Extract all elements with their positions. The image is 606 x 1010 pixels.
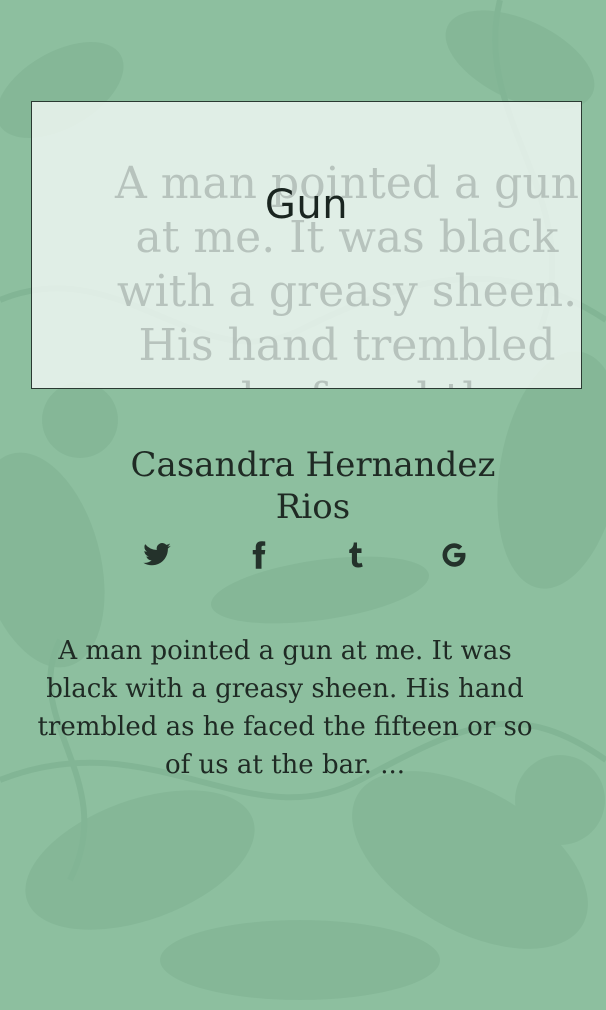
story-excerpt: A man pointed a gun at me. It was black … bbox=[37, 636, 533, 780]
google-icon[interactable] bbox=[437, 538, 471, 572]
tumblr-icon[interactable] bbox=[338, 538, 372, 572]
story-title[interactable]: Gun bbox=[32, 182, 581, 228]
author-name[interactable]: Casandra Hernandez Rios bbox=[120, 444, 506, 528]
twitter-icon[interactable] bbox=[140, 538, 174, 572]
story-card[interactable]: A man pointed a gun at me. It was black … bbox=[31, 101, 582, 389]
social-share-bar bbox=[0, 538, 606, 578]
facebook-icon[interactable] bbox=[242, 538, 276, 572]
